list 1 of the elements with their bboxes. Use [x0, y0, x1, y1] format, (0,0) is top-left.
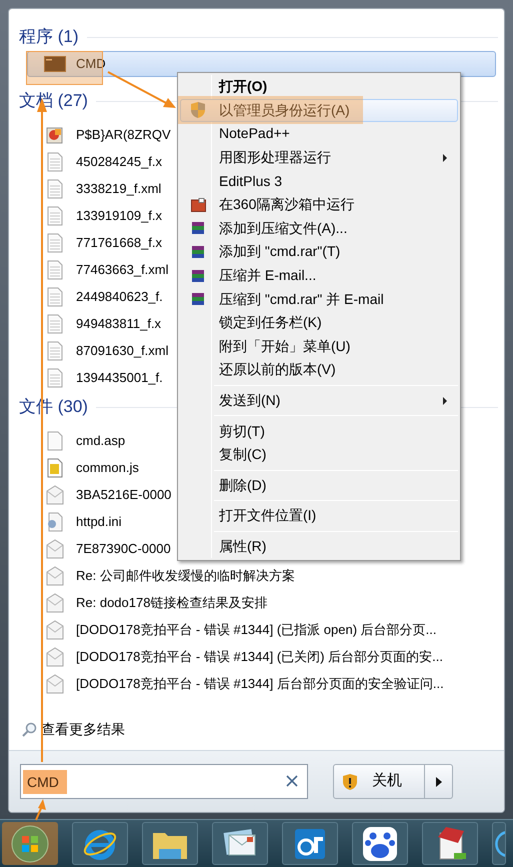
- section-heading: 程序 (1): [19, 26, 78, 48]
